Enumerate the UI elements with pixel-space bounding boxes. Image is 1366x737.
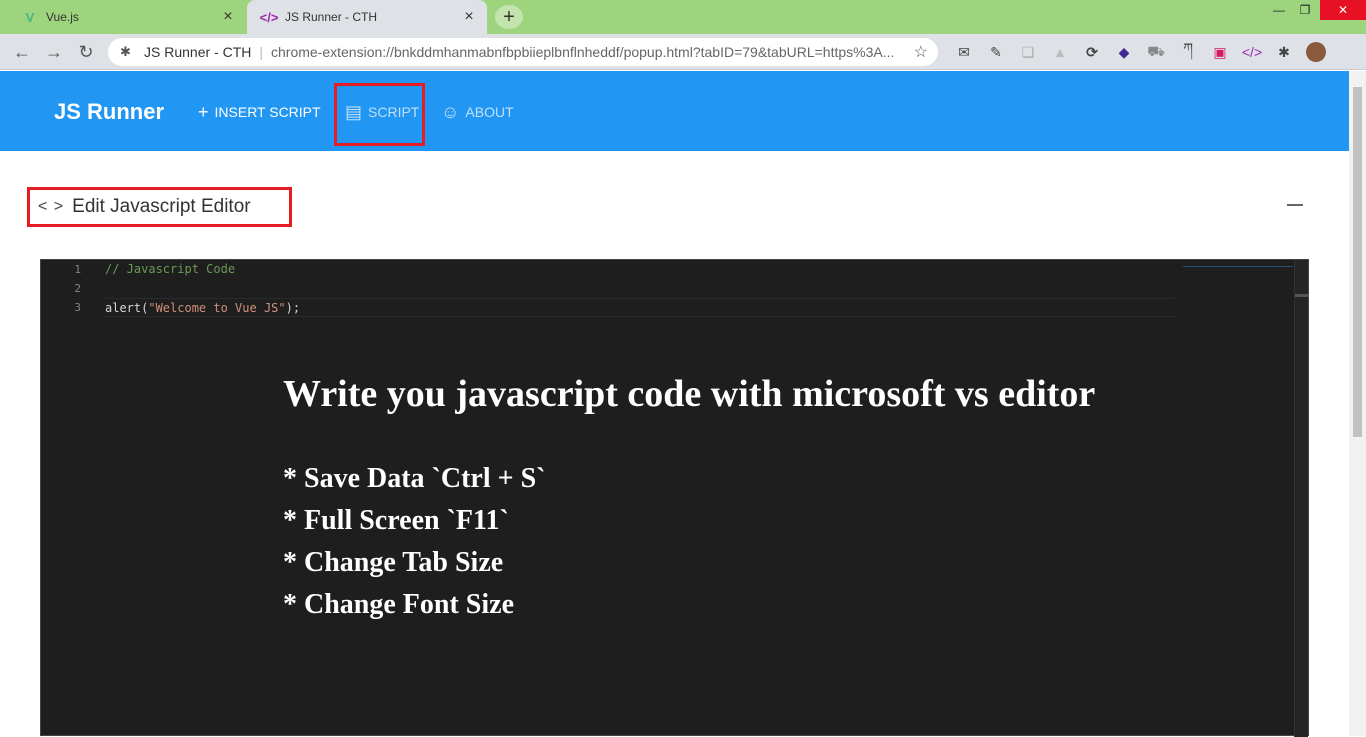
code-icon: </>: [259, 9, 279, 25]
separator: |: [259, 44, 263, 60]
diamond-icon[interactable]: ◆: [1108, 40, 1140, 64]
code-line[interactable]: // Javascript Code: [105, 260, 1175, 279]
code-lines[interactable]: // Javascript Code alert("Welcome to Vue…: [105, 260, 1175, 317]
help-heading: Write you javascript code with microsoft…: [283, 373, 1096, 415]
code-string: "Welcome to Vue JS": [148, 301, 286, 315]
editor-scrollbar[interactable]: [1294, 260, 1309, 737]
highlight-box-script: [334, 83, 425, 146]
line-number: 1: [74, 263, 81, 276]
copy-icon[interactable]: ❏: [1012, 40, 1044, 64]
collapse-icon[interactable]: [1287, 204, 1303, 206]
puzzle-icon[interactable]: ✱: [1268, 40, 1300, 64]
address-bar[interactable]: ✱ JS Runner - CTH | chrome-extension://b…: [108, 38, 938, 66]
code-line[interactable]: [105, 279, 1175, 298]
minimap[interactable]: [1183, 263, 1293, 267]
code-token: alert(: [105, 301, 149, 315]
browser-toolbar: ← → ↻ ✱ JS Runner - CTH | chrome-extensi…: [0, 34, 1366, 70]
mail-icon[interactable]: ✉: [948, 40, 980, 64]
forward-button[interactable]: →: [42, 40, 66, 64]
code-line[interactable]: alert("Welcome to Vue JS");: [105, 298, 1175, 317]
window-close-button[interactable]: ✕: [1320, 0, 1366, 20]
reload-button[interactable]: ↻: [74, 40, 98, 64]
app-header: JS Runner + INSERT SCRIPT ▤ SCRIPT ☺ ABO…: [0, 71, 1349, 151]
tab-vuejs[interactable]: V Vue.js ×: [8, 0, 246, 34]
scrollbar-thumb[interactable]: [1353, 87, 1362, 437]
nav-insert-script[interactable]: + INSERT SCRIPT: [198, 101, 321, 123]
cart-icon[interactable]: ⛟: [1140, 40, 1172, 64]
close-icon[interactable]: ×: [459, 7, 479, 27]
tab-js-runner[interactable]: </> JS Runner - CTH ×: [247, 0, 487, 34]
line-numbers: 1 2 3: [41, 260, 89, 317]
nav-label: INSERT SCRIPT: [214, 104, 321, 120]
avatar[interactable]: [1300, 40, 1332, 64]
close-icon[interactable]: ×: [218, 7, 238, 27]
bookmark-star-icon[interactable]: ☆: [914, 42, 928, 62]
help-item: * Change Tab Size: [283, 547, 504, 578]
pen-icon[interactable]: ✎: [980, 40, 1012, 64]
vue-icon: V: [25, 9, 35, 25]
app-brand[interactable]: JS Runner: [54, 99, 164, 125]
page-scrollbar[interactable]: [1349, 71, 1366, 736]
refresh-icon[interactable]: ⟳: [1076, 40, 1108, 64]
back-button[interactable]: ←: [10, 40, 34, 64]
translate-icon[interactable]: ཀ: [1172, 40, 1204, 64]
extensions-bar: ✉ ✎ ❏ ▲ ⟳ ◆ ⛟ ཀ ▣ </> ✱: [948, 40, 1332, 64]
tab-strip: V Vue.js × </> JS Runner - CTH × + — ❐ ✕: [0, 0, 1366, 34]
line-number: 2: [74, 282, 81, 295]
help-item: * Full Screen `F11`: [283, 505, 509, 536]
nav-about[interactable]: ☺ ABOUT: [441, 101, 514, 123]
code-icon[interactable]: </>: [1236, 40, 1268, 64]
smile-icon: ☺: [441, 101, 460, 122]
help-item: * Save Data `Ctrl + S`: [283, 463, 546, 494]
avatar-image: [1306, 42, 1326, 62]
url-text[interactable]: chrome-extension://bnkddmhanmabnfbpbiiep…: [271, 44, 911, 60]
site-name: JS Runner - CTH: [144, 44, 252, 60]
nav-label: ABOUT: [465, 104, 514, 120]
tab-title: JS Runner - CTH: [285, 10, 378, 24]
help-overlay: Write you javascript code with microsoft…: [283, 372, 1095, 626]
line-number: 3: [74, 301, 81, 314]
plus-icon: +: [198, 101, 209, 122]
code-editor[interactable]: 1 2 3 // Javascript Code alert("Welcome …: [40, 259, 1309, 737]
new-tab-button[interactable]: +: [495, 5, 523, 29]
triangle-icon[interactable]: ▲: [1044, 40, 1076, 64]
help-item: * Change Font Size: [283, 589, 514, 620]
scrollbar-thumb[interactable]: [1295, 294, 1309, 297]
tab-title: Vue.js: [46, 10, 79, 24]
code-token: );: [285, 301, 301, 315]
puzzle-icon: ✱: [120, 44, 131, 59]
highlight-box-title: [27, 187, 292, 227]
layers-icon[interactable]: ▣: [1204, 40, 1236, 64]
restore-button[interactable]: ❐: [1290, 0, 1320, 20]
